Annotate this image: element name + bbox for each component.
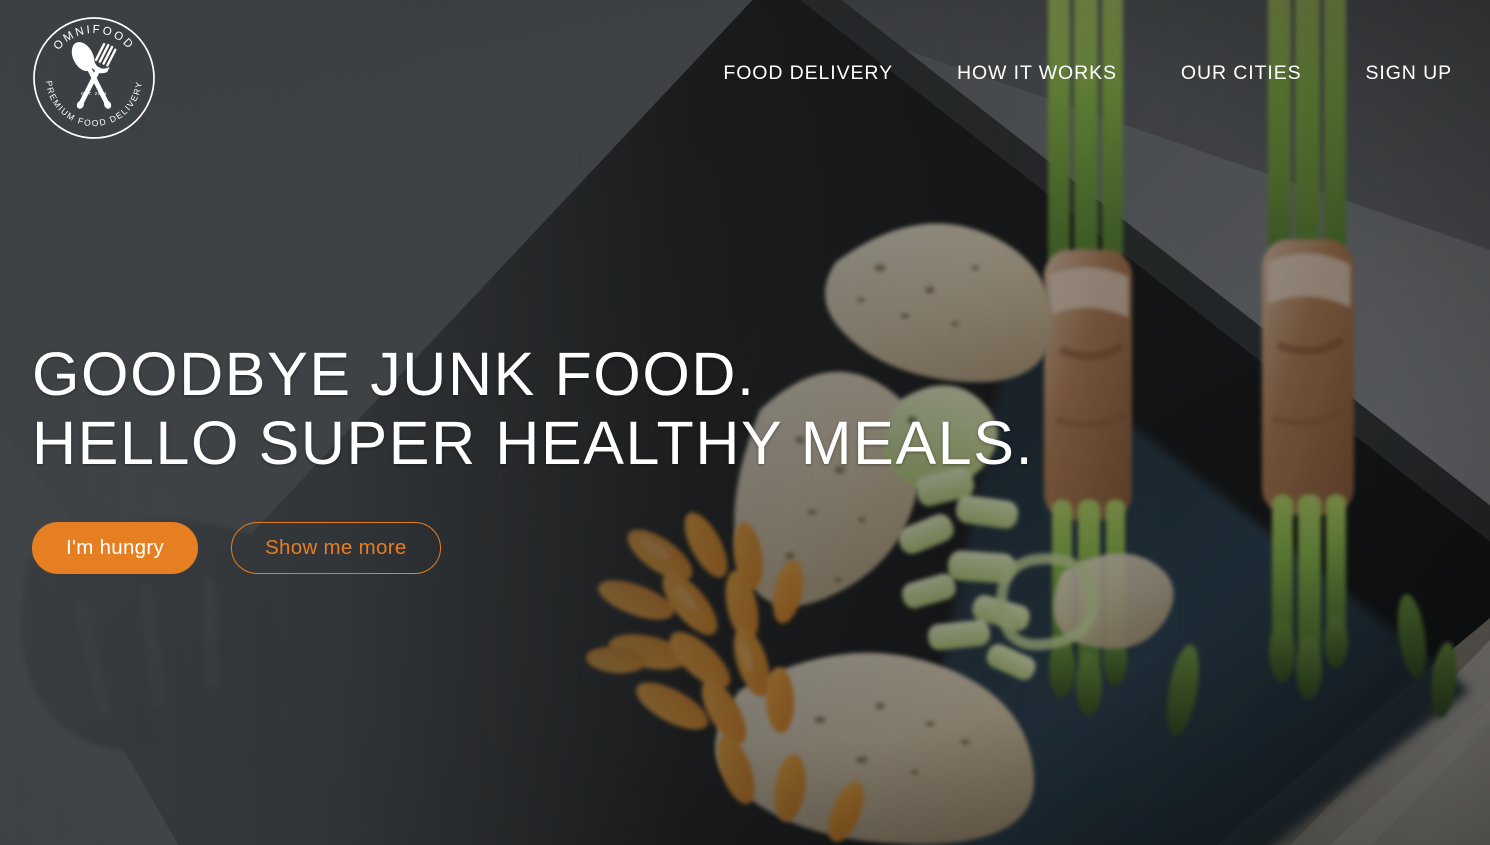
nav-link-our-cities[interactable]: OUR CITIES [1179, 58, 1304, 89]
main-navigation: FOOD DELIVERY HOW IT WORKS OUR CITIES SI… [721, 58, 1454, 89]
nav-item: SIGN UP [1364, 58, 1454, 89]
logo-est-text: EST. 2014 [81, 91, 107, 96]
omnifood-logo[interactable]: OMNIFOOD EST. 2014 PREMIUM FOOD DELIVERY [32, 16, 156, 140]
nav-item: HOW IT WORKS [955, 58, 1119, 89]
nav-link-food-delivery[interactable]: FOOD DELIVERY [721, 58, 895, 89]
nav-item: FOOD DELIVERY [721, 58, 895, 89]
nav-item: OUR CITIES [1179, 58, 1304, 89]
show-me-more-button[interactable]: Show me more [231, 521, 441, 574]
logo-top-text: OMNIFOOD [52, 24, 137, 53]
logo-bottom-text: PREMIUM FOOD DELIVERY [44, 80, 144, 128]
hero-text-box: GOODBYE JUNK FOOD. HELLO SUPER HEALTHY M… [32, 340, 1132, 574]
hero-section: OMNIFOOD EST. 2014 PREMIUM FOOD DELIVERY… [0, 0, 1490, 845]
im-hungry-button[interactable]: I'm hungry [32, 521, 199, 574]
nav-link-sign-up[interactable]: SIGN UP [1364, 58, 1454, 89]
hero-button-group: I'm hungry Show me more [32, 521, 1132, 574]
nav-link-how-it-works[interactable]: HOW IT WORKS [955, 58, 1119, 89]
hero-heading: GOODBYE JUNK FOOD. HELLO SUPER HEALTHY M… [32, 340, 1132, 478]
site-header: OMNIFOOD EST. 2014 PREMIUM FOOD DELIVERY… [0, 0, 1490, 150]
hero-heading-line-1: GOODBYE JUNK FOOD. [32, 340, 756, 408]
hero-heading-line-2: HELLO SUPER HEALTHY MEALS. [32, 408, 1035, 477]
